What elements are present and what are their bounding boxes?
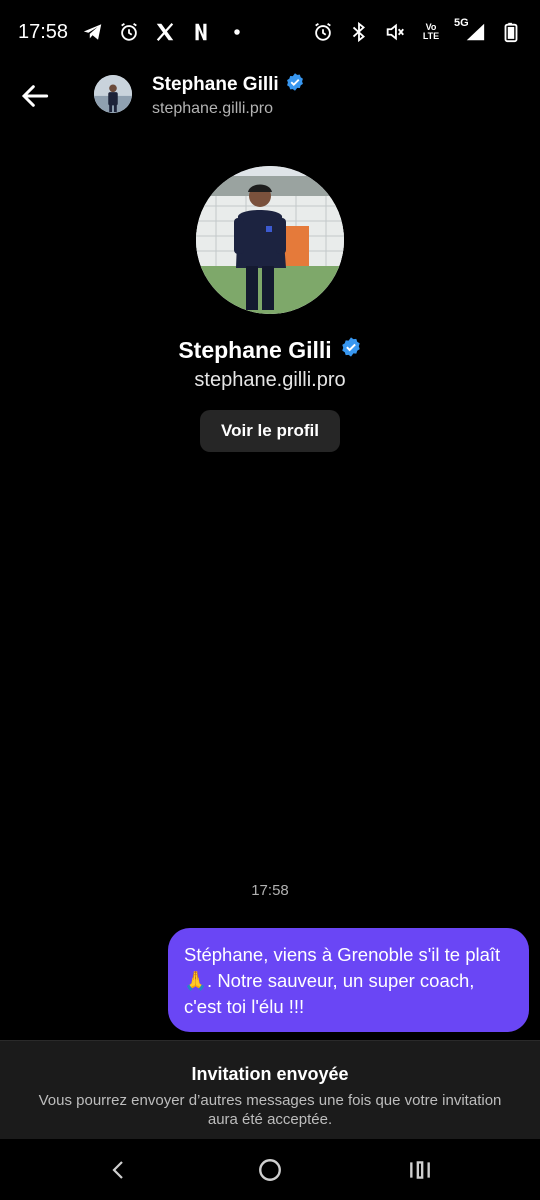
verified-badge-icon [340,336,362,364]
profile-name-row: Stephane Gilli [0,336,540,364]
view-profile-button[interactable]: Voir le profil [200,410,340,452]
chevron-left-icon [112,1161,123,1179]
header-name: Stephane Gilli [152,74,279,95]
system-nav-bar [0,1140,540,1200]
verified-badge-icon [285,72,305,98]
nav-back-button[interactable] [103,1154,135,1186]
x-logo-icon [154,21,176,43]
profile-handle: stephane.gilli.pro [194,369,346,391]
message-timestamp: 17:58 [251,882,289,899]
bluetooth-icon [348,21,370,43]
battery-icon [500,21,522,43]
netflix-icon [190,21,212,43]
chat-header: Stephane Gilli stephane.gilli.pro [0,66,540,126]
home-circle-icon [259,1159,281,1181]
profile-name: Stephane Gilli [178,336,332,363]
nav-recents-button[interactable] [404,1154,436,1186]
sent-message-bubble[interactable]: Stéphane, viens à Grenoble s'il te plaît… [168,928,529,1032]
header-avatar[interactable] [94,75,132,113]
status-bar: 17:58 Vo LTE 5G [0,0,540,64]
status-right: Vo LTE 5G [312,17,522,43]
telegram-icon [82,21,104,43]
alarm-icon [118,21,140,43]
nav-home-button[interactable] [254,1154,286,1186]
mute-icon [384,21,406,43]
invitation-title: Invitation envoyée [191,1064,349,1084]
header-text[interactable]: Stephane Gilli stephane.gilli.pro [152,72,305,118]
status-time: 17:58 [18,20,69,43]
header-handle: stephane.gilli.pro [152,100,273,117]
5g-signal-icon: 5G [454,17,486,43]
header-name-row: Stephane Gilli [152,72,305,98]
dot-icon [226,21,248,43]
invitation-panel: Invitation envoyée Vous pourrez envoyer … [0,1040,540,1139]
network-label: 5G [454,17,469,29]
volte-bottom-label: LTE [422,31,440,41]
alarm-icon [312,21,334,43]
recents-icon [410,1161,430,1179]
profile-avatar[interactable] [196,166,344,314]
status-left: 17:58 [18,21,248,44]
invitation-description: Vous pourrez envoyer d’autres messages u… [38,1092,502,1128]
back-button[interactable] [18,78,54,114]
volte-icon: Vo LTE [420,21,442,43]
arrow-left-icon [21,85,49,107]
